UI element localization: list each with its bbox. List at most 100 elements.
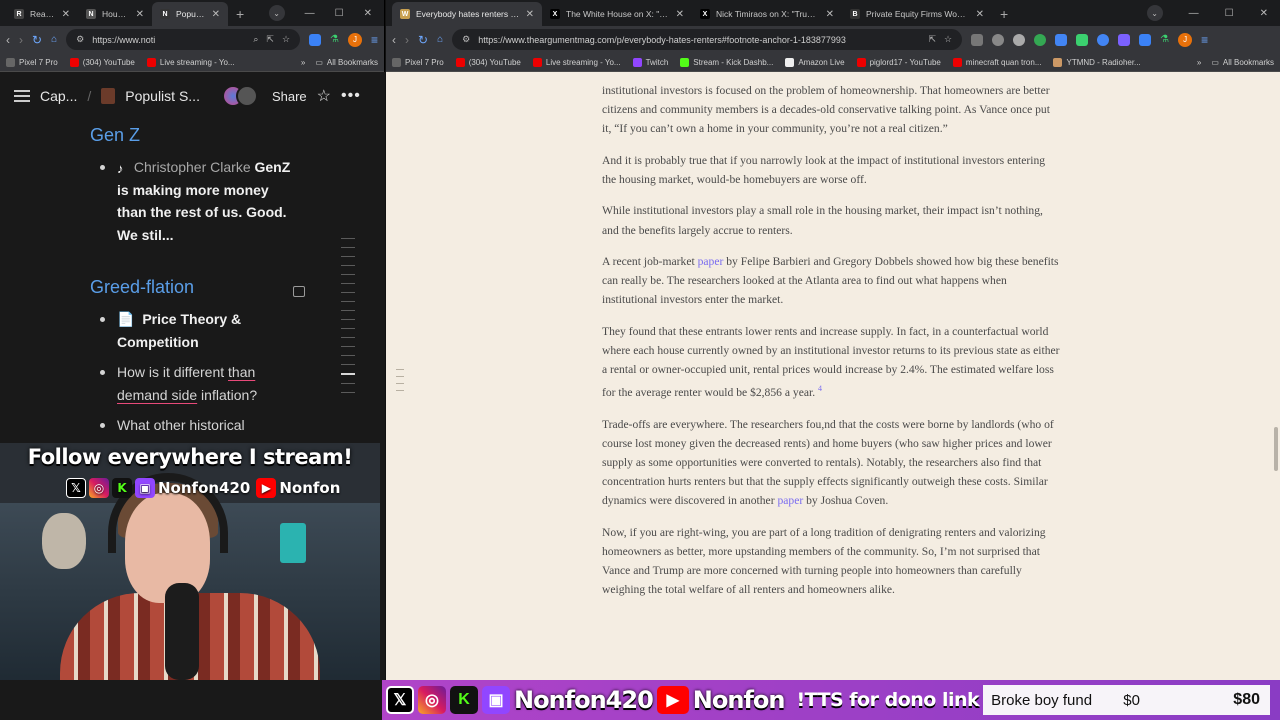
close-window-button[interactable]: ✕	[364, 8, 372, 19]
extension-icon[interactable]	[1013, 33, 1026, 46]
close-icon[interactable]: ✕	[826, 9, 834, 20]
extension-icon[interactable]	[971, 33, 984, 46]
extension-icon[interactable]	[1055, 33, 1068, 46]
bookmark-label: Pixel 7 Pro	[19, 57, 58, 67]
bookmark-icon[interactable]: ☆	[944, 34, 952, 45]
tab-search-button[interactable]: ⌄	[268, 5, 285, 21]
extension-icon[interactable]	[1076, 33, 1089, 46]
close-icon[interactable]: ✕	[676, 9, 684, 20]
forward-icon[interactable]: ›	[19, 33, 23, 47]
tab-populist[interactable]: N Populist ✕	[152, 2, 228, 26]
breadcrumb-parent[interactable]: Cap...	[40, 88, 77, 104]
extension-icon[interactable]	[1118, 33, 1131, 46]
article-paragraph: institutional investors is focused on th…	[602, 81, 1062, 138]
extension-icon[interactable]	[1034, 33, 1047, 46]
list-item[interactable]: 📄 Price Theory & Competition	[90, 308, 300, 353]
reload-icon[interactable]: ↻	[418, 33, 428, 47]
outline-minimap[interactable]	[341, 238, 355, 401]
article-paragraph: Now, if you are right-wing, you are part…	[602, 523, 1062, 599]
extension-icon[interactable]	[309, 33, 322, 46]
comment-icon[interactable]	[293, 286, 305, 297]
bookmark-item[interactable]: Pixel 7 Pro	[6, 57, 58, 67]
bookmark-item[interactable]: YTMND - Radioher...	[1053, 57, 1141, 67]
extension-icon[interactable]	[992, 33, 1005, 46]
minimize-button[interactable]: —	[305, 8, 315, 19]
list-item[interactable]: ♪ Christopher Clarke GenZ is making more…	[90, 156, 300, 246]
bookmarks-overflow-icon[interactable]: »	[1197, 58, 1201, 67]
bookmark-item[interactable]: Twitch	[632, 57, 668, 67]
scrollbar[interactable]	[1274, 427, 1278, 471]
site-info-icon[interactable]: ⚙	[76, 34, 84, 45]
tab-everybody-hates-renters[interactable]: W Everybody hates renters - by Je ✕	[392, 2, 542, 26]
bookmark-item[interactable]: minecraft quan tron...	[952, 57, 1041, 67]
profile-avatar[interactable]: J	[1178, 32, 1193, 47]
close-icon[interactable]: ✕	[976, 9, 984, 20]
bookmark-item[interactable]: Amazon Live	[785, 57, 845, 67]
more-options-icon[interactable]: •••	[341, 87, 361, 105]
bookmark-item[interactable]: Live streaming - Yo...	[146, 57, 235, 67]
collaborator-avatars[interactable]	[221, 85, 258, 107]
back-icon[interactable]: ‹	[6, 33, 10, 47]
list-item[interactable]: How is it different than demand side inf…	[90, 361, 300, 406]
menu-icon[interactable]	[14, 90, 30, 102]
home-icon[interactable]: ⌂	[437, 34, 443, 45]
page-link-price-theory[interactable]: Price Theory & Competition	[117, 311, 241, 350]
new-tab-button[interactable]: +	[992, 2, 1016, 26]
bookmark-item[interactable]: Stream - Kick Dashb...	[680, 57, 773, 67]
menu-icon[interactable]: ≡	[371, 33, 378, 47]
tab-white-house[interactable]: X The White House on X: "BREAK ✕	[542, 2, 692, 26]
paper-link[interactable]: paper	[698, 255, 724, 268]
site-info-icon[interactable]: ⚙	[462, 34, 470, 45]
tab-housing[interactable]: N Housing ✕	[78, 2, 152, 26]
minimize-button[interactable]: —	[1189, 8, 1199, 19]
bookmark-icon[interactable]: ☆	[282, 34, 290, 45]
footnote-link[interactable]: 4	[818, 384, 822, 393]
bookmarks-overflow-icon[interactable]: »	[301, 58, 305, 67]
bookmark-item[interactable]: (304) YouTube	[69, 57, 135, 67]
reload-icon[interactable]: ↻	[32, 33, 42, 47]
lab-icon[interactable]: ⚗	[1160, 34, 1169, 45]
fund-name: Broke boy fund	[991, 691, 1093, 709]
bookmark-item[interactable]: Pixel 7 Pro	[392, 57, 444, 67]
address-bar[interactable]: ⚙ https://www.theargumentmag.com/p/every…	[452, 29, 963, 50]
tab-search-button[interactable]: ⌄	[1146, 5, 1163, 21]
extension-icon[interactable]	[1139, 33, 1152, 46]
menu-icon[interactable]: ≡	[1201, 33, 1208, 47]
tab-title: Housing	[102, 9, 130, 19]
bookmark-item[interactable]: piglord17 - YouTube	[856, 57, 941, 67]
tab-nick-timiraos[interactable]: X Nick Timiraos on X: "Trump is c ✕	[692, 2, 842, 26]
all-bookmarks-label: All Bookmarks	[1222, 57, 1274, 67]
star-icon[interactable]: ☆	[317, 86, 331, 106]
bookmark-item[interactable]: (304) YouTube	[455, 57, 521, 67]
list-text: inflation?	[197, 386, 258, 403]
close-icon[interactable]: ✕	[62, 9, 70, 20]
close-icon[interactable]: ✕	[212, 9, 220, 20]
home-icon[interactable]: ⌂	[51, 34, 57, 45]
share-icon[interactable]: ⇱	[928, 34, 936, 45]
share-icon[interactable]: ⇱	[266, 34, 274, 45]
close-icon[interactable]: ✕	[526, 9, 534, 20]
tab-private-equity[interactable]: B Private Equity Firms Won't Be I ✕	[842, 2, 992, 26]
all-bookmarks[interactable]: ▭ All Bookmarks	[1211, 58, 1274, 67]
tab-react[interactable]: R React to ✕	[6, 2, 78, 26]
lab-icon[interactable]: ⚗	[330, 34, 339, 45]
list-item[interactable]: What other historical	[90, 414, 300, 437]
extension-icon[interactable]	[1097, 33, 1110, 46]
close-icon[interactable]: ✕	[136, 9, 144, 20]
search-icon[interactable]: ⌕	[253, 34, 258, 45]
maximize-button[interactable]: ☐	[335, 8, 344, 19]
forward-icon[interactable]: ›	[405, 33, 409, 47]
address-bar[interactable]: ⚙ https://www.noti ⌕ ⇱ ☆	[66, 29, 301, 50]
share-button[interactable]: Share	[272, 89, 307, 104]
page-outline-marks[interactable]	[396, 369, 404, 397]
back-icon[interactable]: ‹	[392, 33, 396, 47]
profile-avatar[interactable]: J	[347, 32, 362, 47]
maximize-button[interactable]: ☐	[1225, 8, 1234, 19]
breadcrumb-current[interactable]: Populist S...	[125, 88, 200, 104]
close-window-button[interactable]: ✕	[1260, 8, 1268, 19]
new-tab-button[interactable]: +	[228, 2, 252, 26]
paper-link[interactable]: paper	[777, 494, 803, 507]
bookmark-item[interactable]: Live streaming - Yo...	[532, 57, 621, 67]
x-icon: X	[550, 9, 560, 19]
all-bookmarks[interactable]: ▭ All Bookmarks	[315, 58, 378, 67]
